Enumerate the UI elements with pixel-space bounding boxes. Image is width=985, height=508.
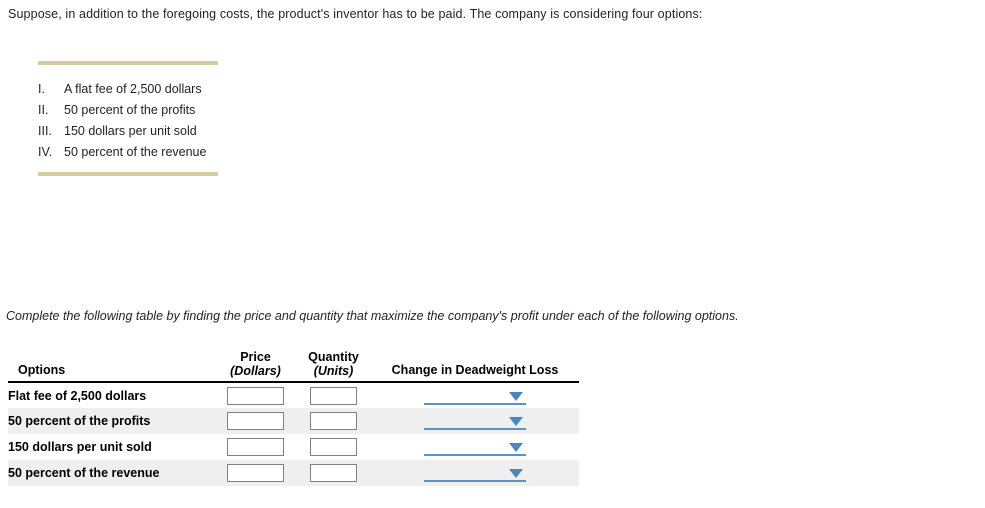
row-quantity-cell [296, 408, 371, 434]
divider-rule-bottom [38, 172, 218, 176]
options-table: Options Price (Dollars) Quantity (Units) [8, 340, 579, 486]
row-deadweight-loss-cell [371, 434, 579, 460]
row-option-label: Flat fee of 2,500 dollars [8, 388, 147, 403]
intro-paragraph: Suppose, in addition to the foregoing co… [8, 7, 703, 21]
deadweight-loss-dropdown[interactable] [424, 437, 526, 457]
quantity-input[interactable] [310, 412, 357, 430]
list-item: I. A flat fee of 2,500 dollars [38, 79, 218, 100]
dropdown-underline [424, 454, 526, 456]
row-price-cell [215, 382, 296, 408]
deadweight-loss-dropdown[interactable] [424, 463, 526, 483]
table-row: 150 dollars per unit sold [8, 434, 579, 460]
column-header-options-label: Options [18, 363, 66, 377]
list-item: III. 150 dollars per unit sold [38, 121, 218, 142]
row-quantity-cell [296, 382, 371, 408]
row-deadweight-loss-cell [371, 408, 579, 434]
dropdown-underline [424, 402, 526, 405]
list-item-numeral: I. [38, 82, 45, 96]
row-price-cell [215, 460, 296, 486]
quantity-input[interactable] [310, 438, 357, 456]
row-option-label: 150 dollars per unit sold [8, 440, 152, 454]
deadweight-loss-dropdown[interactable] [424, 386, 526, 406]
dropdown-underline [424, 480, 526, 482]
price-input[interactable] [227, 464, 284, 482]
column-header-quantity: Quantity (Units) [296, 340, 371, 383]
list-item: IV. 50 percent of the revenue [38, 142, 218, 163]
quantity-input[interactable] [310, 386, 357, 405]
list-item-label: A flat fee of 2,500 dollars [64, 82, 202, 96]
column-header-price-unit: (Dollars) [230, 364, 281, 378]
deadweight-loss-dropdown[interactable] [424, 411, 526, 431]
column-header-options: Options [8, 340, 215, 383]
row-deadweight-loss-cell [371, 460, 579, 486]
chevron-down-icon [509, 469, 523, 478]
column-header-price-label: Price [240, 350, 271, 364]
chevron-down-icon [509, 443, 523, 452]
row-option-label: 50 percent of the revenue [8, 466, 160, 480]
column-header-price: Price (Dollars) [215, 340, 296, 383]
chevron-down-icon [509, 391, 523, 401]
answer-table: Options Price (Dollars) Quantity (Units) [8, 340, 579, 486]
table-row: 50 percent of the profits [8, 408, 579, 434]
price-input[interactable] [227, 438, 284, 456]
row-quantity-cell [296, 434, 371, 460]
quantity-input[interactable] [310, 464, 357, 482]
column-header-quantity-label: Quantity [308, 350, 359, 364]
row-price-cell [215, 434, 296, 460]
table-row: 50 percent of the revenue [8, 460, 579, 486]
row-deadweight-loss-cell [371, 382, 579, 408]
price-input[interactable] [227, 386, 284, 405]
table-header-row: Options Price (Dollars) Quantity (Units) [8, 340, 579, 383]
table-row: Flat fee of 2,500 dollars [8, 382, 579, 408]
options-block: I. A flat fee of 2,500 dollars II. 50 pe… [38, 61, 218, 176]
row-quantity-cell [296, 460, 371, 486]
column-header-deadweight-loss-label: Change in Deadweight Loss [391, 363, 559, 377]
list-item-label: 50 percent of the profits [64, 103, 196, 117]
column-header-quantity-unit: (Units) [313, 364, 354, 378]
list-item-label: 50 percent of the revenue [64, 145, 207, 159]
list-item-numeral: II. [38, 103, 49, 117]
instruction-text: Complete the following table by finding … [6, 309, 739, 323]
dropdown-underline [424, 428, 526, 430]
row-option-label: 50 percent of the profits [8, 414, 151, 428]
list-item-numeral: III. [38, 124, 52, 138]
options-list: I. A flat fee of 2,500 dollars II. 50 pe… [38, 65, 218, 172]
price-input[interactable] [227, 412, 284, 430]
list-item-numeral: IV. [38, 145, 53, 159]
row-price-cell [215, 408, 296, 434]
column-header-deadweight-loss: Change in Deadweight Loss [371, 340, 579, 383]
list-item-label: 150 dollars per unit sold [64, 124, 197, 138]
chevron-down-icon [509, 417, 523, 426]
list-item: II. 50 percent of the profits [38, 100, 218, 121]
